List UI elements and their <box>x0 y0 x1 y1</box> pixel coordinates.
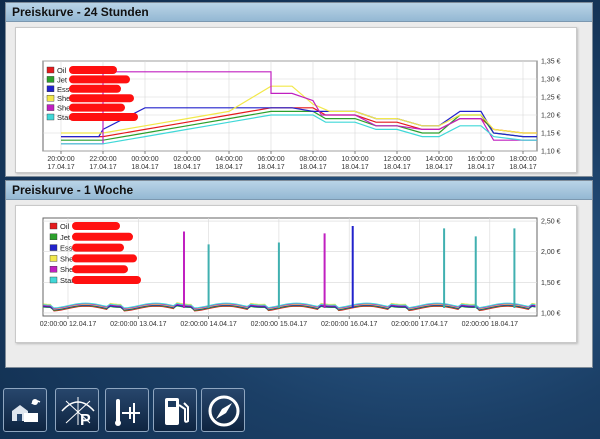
legend-swatch <box>46 76 55 83</box>
legend-swatch <box>49 255 58 262</box>
house-weather-button[interactable] <box>3 388 47 432</box>
fuel-pump-icon <box>165 398 189 425</box>
svg-text:P: P <box>80 412 91 429</box>
y-tick-label: 1,15 € <box>541 131 561 138</box>
redaction-mark <box>69 84 121 93</box>
legend-swatch <box>46 66 55 74</box>
legend-swatch <box>46 113 55 121</box>
chart-24h: 1,35 € 1,30 € 1,25 € 1,20 € 1,15 € 1,10 € 20:0… <box>42 59 561 171</box>
legend-swatch <box>49 233 58 240</box>
x-tick-label: 02:00:00 15.04.17 <box>251 321 308 328</box>
x-tick-label: 02:00:00 16.04.17 <box>321 321 378 328</box>
x-tick-time: 16:00:00 <box>467 156 494 163</box>
legend-swatch <box>49 244 58 251</box>
y-tick-label: 1,00 € <box>541 310 561 317</box>
panel-24h-title: Preiskurve - 24 Stunden <box>6 3 592 22</box>
x-tick-time: 10:00:00 <box>341 156 368 163</box>
x-tick-time: 18:00:00 <box>509 156 536 163</box>
x-tick-label: 02:00:00 14.04.17 <box>180 321 237 328</box>
heating-button[interactable] <box>105 388 149 432</box>
redaction-mark <box>72 222 120 230</box>
x-tick-label: 02:00:00 13.04.17 <box>110 321 167 328</box>
chart-24h-card: 1,35 € 1,30 € 1,25 € 1,20 € 1,15 € 1,10 € 20:0… <box>15 27 577 173</box>
chart-week-card: 2,50 € 2,00 € 1,50 € 1,00 € 02:00:00 12.04.1… <box>15 205 577 343</box>
x-tick-time: 04:00:00 <box>215 156 242 163</box>
redaction-mark <box>72 232 133 241</box>
legend-swatch <box>49 266 58 273</box>
redaction-mark <box>69 94 134 103</box>
y-tick-label: 1,10 € <box>541 149 561 156</box>
redaction-mark <box>72 254 137 263</box>
x-tick-date: 18.04.17 <box>257 164 284 171</box>
y-tick-label: 1,25 € <box>541 95 561 102</box>
solar-parking-icon: P <box>61 397 95 429</box>
redaction-mark <box>69 66 117 74</box>
compass-icon <box>208 395 240 427</box>
legend-swatch <box>49 222 58 230</box>
panel-24h: Preiskurve - 24 Stunden 1,35 € 1,30 € 1,25… <box>5 2 593 177</box>
legend-swatch <box>46 104 55 111</box>
x-tick-date: 18.04.17 <box>509 164 536 171</box>
y-tick-label: 1,35 € <box>541 59 561 66</box>
redaction-mark <box>69 113 138 121</box>
chart-week: 2,50 € 2,00 € 1,50 € 1,00 € 02:00:00 12.04.1… <box>40 217 561 328</box>
x-tick-time: 08:00:00 <box>299 156 326 163</box>
x-tick-date: 17.04.17 <box>89 164 116 171</box>
redaction-mark <box>72 265 128 274</box>
legend-label: Jet <box>57 75 68 84</box>
legend-label: Oil <box>60 222 70 231</box>
y-tick-label: 2,00 € <box>541 249 561 256</box>
y-tick-label: 1,30 € <box>541 77 561 84</box>
x-tick-time: 02:00:00 <box>173 156 200 163</box>
x-tick-label: 02:00:00 18.04.17 <box>462 321 519 328</box>
legend-label: Jet <box>60 233 71 242</box>
x-tick-time: 14:00:00 <box>425 156 452 163</box>
x-tick-date: 18.04.17 <box>425 164 452 171</box>
solar-parking-button[interactable]: P <box>55 388 99 432</box>
x-tick-time: 06:00:00 <box>257 156 284 163</box>
legend-swatch <box>49 276 58 284</box>
x-tick-date: 18.04.17 <box>341 164 368 171</box>
x-tick-date: 18.04.17 <box>383 164 410 171</box>
x-tick-time: 22:00:00 <box>89 156 116 163</box>
panel-week-title: Preiskurve - 1 Woche <box>6 181 592 200</box>
x-tick-date: 18.04.17 <box>131 164 158 171</box>
x-tick-label: 02:00:00 17.04.17 <box>391 321 448 328</box>
heating-thermometer-icon <box>115 399 140 426</box>
panel-week-body: 2,50 € 2,00 € 1,50 € 1,00 € 02:00:00 12.04.1… <box>6 200 592 367</box>
x-tick-date: 18.04.17 <box>299 164 326 171</box>
compass-button[interactable] <box>201 388 245 432</box>
panel-week: Preiskurve - 1 Woche 2,50 € 2,00 € 1,50 € 1… <box>5 180 593 368</box>
y-tick-label: 1,50 € <box>541 280 561 287</box>
x-tick-date: 18.04.17 <box>215 164 242 171</box>
y-tick-label: 2,50 € <box>541 219 561 226</box>
fuel-button[interactable] <box>153 388 197 432</box>
x-tick-time: 20:00:00 <box>47 156 74 163</box>
redaction-mark <box>72 243 124 252</box>
x-tick-date: 18.04.17 <box>467 164 494 171</box>
redaction-mark <box>72 276 141 284</box>
panel-24h-body: 1,35 € 1,30 € 1,25 € 1,20 € 1,15 € 1,10 € 20:0… <box>6 22 592 176</box>
y-tick-label: 1,20 € <box>541 113 561 120</box>
x-tick-label: 02:00:00 12.04.17 <box>40 321 97 328</box>
legend-label: Oil <box>57 66 67 75</box>
redaction-mark <box>69 103 125 112</box>
legend-swatch <box>46 85 55 92</box>
x-tick-time: 00:00:00 <box>131 156 158 163</box>
x-tick-date: 18.04.17 <box>173 164 200 171</box>
house-weather-icon <box>12 399 41 422</box>
redaction-mark <box>69 75 130 84</box>
x-tick-time: 12:00:00 <box>383 156 410 163</box>
x-tick-date: 17.04.17 <box>47 164 74 171</box>
legend-swatch <box>46 94 55 102</box>
